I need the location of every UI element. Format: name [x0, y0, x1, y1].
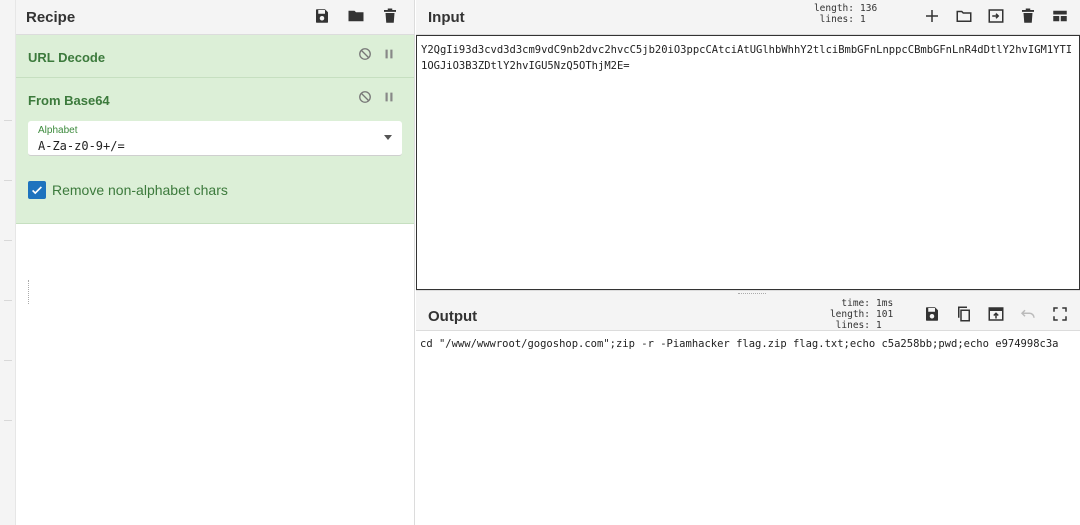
output-stats: time: 1ms length: 101 lines: 1 — [830, 298, 902, 331]
output-time: 1ms — [876, 298, 894, 309]
operation-controls — [358, 47, 396, 66]
input-lines: 1 — [860, 14, 866, 25]
length-label: length: — [813, 3, 854, 14]
strip-divider — [4, 300, 12, 301]
left-sidebar-strip — [0, 0, 16, 525]
chevron-down-icon — [384, 135, 392, 140]
folder-icon[interactable] — [346, 6, 366, 26]
lines-label: lines: — [819, 14, 854, 25]
layout-icon[interactable] — [1050, 6, 1070, 26]
replace-input-icon[interactable] — [986, 304, 1006, 324]
time-label: time: — [841, 298, 870, 309]
recipe-title: Recipe — [26, 9, 76, 26]
save-icon[interactable] — [312, 6, 332, 26]
strip-divider — [4, 240, 12, 241]
input-textarea[interactable]: Y2QgIi93d3cvd3d3cm9vdC9nb2dvc2hvcC5jb20i… — [416, 35, 1080, 290]
trash-icon[interactable] — [380, 6, 400, 26]
disable-icon[interactable] — [358, 90, 372, 109]
pause-icon[interactable] — [382, 47, 396, 66]
import-icon[interactable] — [986, 6, 1006, 26]
lines-label: lines: — [835, 320, 870, 331]
pause-icon[interactable] — [382, 90, 396, 109]
divider-grip[interactable] — [738, 293, 766, 295]
strip-divider — [4, 120, 12, 121]
input-panel: Input length: 136 lines: 1 Y2QgIi93d3cvd3d… — [416, 0, 1080, 290]
output-panel: Output time:1ms length:101 lines:1 cd — [416, 296, 1080, 525]
recipe-panel: Recipe URL Decode From Base64 Alphabet A… — [16, 0, 415, 525]
input-title: Input — [428, 9, 465, 26]
strip-divider — [4, 420, 12, 421]
input-text: Y2QgIi93d3cvd3d3cm9vdC9nb2dvc2hvcC5jb20i… — [421, 44, 1073, 72]
strip-divider — [4, 180, 12, 181]
checkbox-checked-icon[interactable] — [28, 181, 46, 199]
output-header: Output time: 1ms length: 101 lines: 1 — [416, 296, 1080, 331]
output-length: 101 — [876, 309, 894, 320]
copy-icon[interactable] — [954, 304, 974, 324]
output-text: cd "/www/wwwroot/gogoshop.com";zip -r -P… — [420, 338, 1059, 350]
disable-icon[interactable] — [358, 47, 372, 66]
resize-handle[interactable] — [28, 280, 30, 304]
operation-from-base64[interactable]: From Base64 Alphabet A-Za-z0-9+/= Remove… — [16, 78, 414, 224]
folder-open-icon[interactable] — [954, 6, 974, 26]
fullscreen-icon[interactable] — [1050, 304, 1070, 324]
input-stats: length: 136 lines: 1 — [814, 3, 886, 25]
input-toolbar — [922, 6, 1070, 26]
length-label: length: — [829, 309, 870, 320]
output-title: Output — [428, 308, 478, 325]
strip-divider — [4, 360, 12, 361]
remove-non-alphabet-label: Remove non-alphabet chars — [52, 182, 228, 198]
operation-controls — [358, 90, 396, 109]
undo-icon[interactable] — [1018, 304, 1038, 324]
alphabet-label: Alphabet — [38, 125, 78, 136]
output-lines: 1 — [876, 320, 882, 331]
alphabet-value: A-Za-z0-9+/= — [38, 139, 125, 153]
trash-icon[interactable] — [1018, 6, 1038, 26]
output-textarea[interactable]: cd "/www/wwwroot/gogoshop.com";zip -r -P… — [416, 331, 1080, 525]
plus-icon[interactable] — [922, 6, 942, 26]
save-icon[interactable] — [922, 304, 942, 324]
remove-non-alphabet-toggle[interactable]: Remove non-alphabet chars — [28, 181, 228, 199]
operation-title: URL Decode — [28, 50, 106, 65]
input-length: 136 — [860, 3, 878, 14]
output-toolbar — [922, 304, 1070, 324]
recipe-toolbar — [312, 6, 400, 26]
operation-title: From Base64 — [28, 93, 110, 108]
input-header: Input length: 136 lines: 1 — [416, 0, 1080, 35]
operation-url-decode[interactable]: URL Decode — [16, 35, 414, 78]
recipe-header: Recipe — [16, 0, 414, 35]
alphabet-select[interactable]: Alphabet A-Za-z0-9+/= — [28, 121, 402, 156]
